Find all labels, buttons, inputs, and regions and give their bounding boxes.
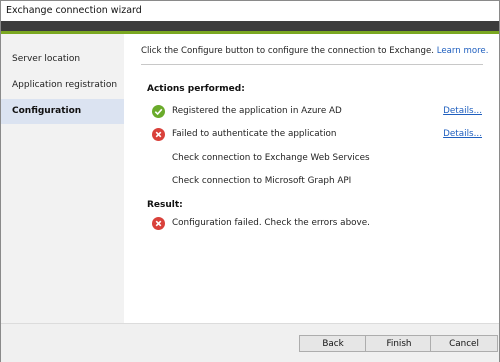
wizard-window: Exchange connection wizard Server locati…: [0, 0, 500, 362]
window-title: Exchange connection wizard: [6, 5, 142, 16]
action-row: Failed to authenticate the application D…: [152, 128, 482, 142]
sidebar-item-configuration[interactable]: Configuration: [1, 99, 124, 124]
wizard-steps-sidebar: Server location Application registration…: [1, 34, 124, 323]
cancel-button[interactable]: Cancel: [430, 335, 498, 352]
instruction-label: Click the Configure button to configure …: [141, 46, 434, 56]
action-row: Check connection to Exchange Web Service…: [152, 152, 482, 166]
header-banner: [1, 21, 499, 31]
result-heading: Result:: [147, 200, 183, 210]
sidebar-item-label: Server location: [12, 54, 81, 64]
action-label: Check connection to Exchange Web Service…: [172, 153, 370, 163]
sidebar-item-server-location[interactable]: Server location: [1, 47, 124, 72]
details-link[interactable]: Details...: [443, 129, 482, 139]
back-button[interactable]: Back: [299, 335, 367, 352]
divider: [141, 64, 483, 65]
action-label: Check connection to Microsoft Graph API: [172, 176, 352, 186]
success-check-icon: [152, 105, 165, 118]
error-x-icon: [152, 128, 165, 141]
action-row: Check connection to Microsoft Graph API: [152, 175, 482, 189]
action-label: Failed to authenticate the application: [172, 129, 337, 139]
button-bar: Back Finish Cancel: [1, 323, 499, 362]
result-label: Configuration failed. Check the errors a…: [172, 218, 370, 228]
title-bar: Exchange connection wizard: [1, 1, 499, 21]
sidebar-item-application-registration[interactable]: Application registration: [1, 73, 124, 98]
error-x-icon: [152, 217, 165, 230]
action-label: Registered the application in Azure AD: [172, 106, 342, 116]
sidebar-item-label: Configuration: [12, 106, 82, 116]
finish-button[interactable]: Finish: [365, 335, 433, 352]
configuration-panel: Click the Configure button to configure …: [124, 34, 499, 323]
learn-more-link[interactable]: Learn more.: [437, 46, 489, 56]
result-row: Configuration failed. Check the errors a…: [152, 217, 482, 231]
actions-heading: Actions performed:: [147, 84, 245, 94]
action-row: Registered the application in Azure AD D…: [152, 105, 482, 119]
details-link[interactable]: Details...: [443, 106, 482, 116]
instruction-text: Click the Configure button to configure …: [141, 46, 488, 56]
sidebar-item-label: Application registration: [12, 80, 118, 90]
